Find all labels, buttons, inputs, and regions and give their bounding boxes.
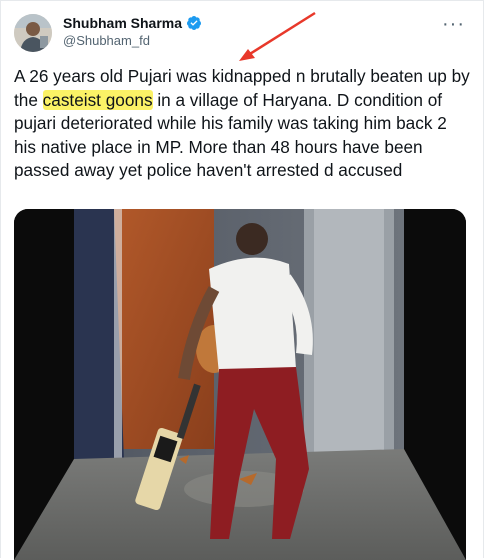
- tweet-card: Shubham Sharma @Shubham_fd ··· A 26 year…: [0, 0, 484, 560]
- author-name[interactable]: Shubham Sharma: [63, 15, 182, 31]
- verified-badge-icon: [187, 16, 202, 30]
- avatar[interactable]: [14, 14, 52, 52]
- highlighted-phrase: casteist goons: [42, 89, 153, 110]
- more-options-icon[interactable]: ···: [442, 13, 465, 36]
- avatar-image: [14, 14, 52, 52]
- red-arrow-icon: [239, 11, 316, 61]
- tweet-text: A 26 years old Pujari was kidnapped n br…: [14, 65, 470, 183]
- author-handle[interactable]: @Shubham_fd: [63, 33, 150, 48]
- tweet-video[interactable]: [14, 209, 466, 560]
- video-frame-image: [14, 209, 466, 560]
- author-name-row: Shubham Sharma: [63, 15, 202, 31]
